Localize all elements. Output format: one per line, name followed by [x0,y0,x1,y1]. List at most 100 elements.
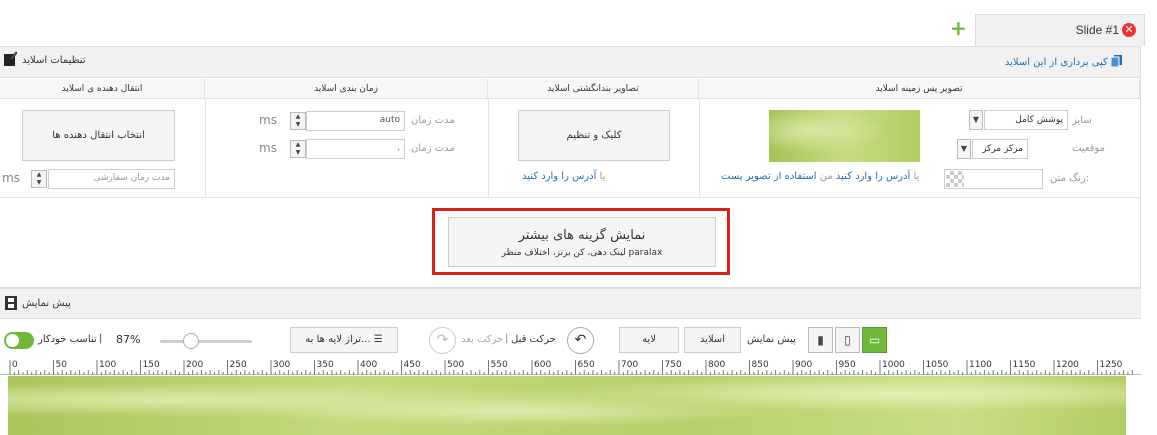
duration-input[interactable]: auto [306,111,405,131]
ruler-tick-label: 1150 [1012,360,1036,370]
duration-input-2[interactable]: . [306,139,405,159]
column-header-transition: انتقال دهنده ی اسلاید [0,79,205,99]
thumbnail-enter-url-link[interactable]: آدرس را وارد کنید [522,171,596,182]
or-label: یا [913,171,920,182]
ruler-tick-label: 1200 [1056,360,1079,370]
custom-duration-unit: ms [2,171,20,185]
edit-icon [4,52,17,66]
custom-duration-input[interactable]: مدت زمان سفارشی [48,169,175,189]
color-swatch-icon[interactable] [946,171,964,187]
stepper-icon[interactable]: ▲ ▼ [290,112,306,130]
preview-header: پیش نمایش [0,288,1141,319]
duration-label-2: مدت زمان [411,143,455,154]
ruler-tick-label: 500 [447,360,465,370]
ruler-tick-label: 100 [99,360,117,370]
copy-slide-link[interactable]: کپی برداری از این اسلاید [1005,55,1122,68]
desktop-view-icon[interactable]: ▭ [862,327,887,353]
chevron-down-icon[interactable]: ▼ [969,110,983,130]
preview-label: پیش نمایش [747,334,796,345]
slide-settings-header: تنظیمات اسلاید کپی برداری از این اسلاید [0,47,1140,78]
ruler-tick-label: 550 [490,360,508,370]
ruler-tick-label: 900 [795,360,813,370]
preview-title: پیش نمایش [22,298,71,309]
ruler-tick-label: 400 [360,360,378,370]
stepper-icon[interactable]: ▲ ▼ [290,140,306,158]
film-icon [5,296,17,310]
zoom-slider-handle[interactable] [183,333,199,349]
copy-link-label: کپی برداری از این اسلاید [1004,57,1108,68]
background-image-thumbnail[interactable] [769,110,920,162]
zoom-value: 87% [116,333,141,346]
align-layers-button[interactable]: تراز لایه ها به... ☰ [290,327,398,353]
auto-fit-toggle-knob [6,334,19,347]
ruler-tick-label: 1050 [925,360,949,370]
undo-label[interactable]: حرکت قبل [511,334,556,345]
ruler-tick-label: 850 [751,360,769,370]
align-layers-label: تراز لایه ها به... [305,334,371,345]
size-select[interactable]: پوشش کامل [984,110,1068,130]
select-transitions-button[interactable]: انتخاب انتقال دهنده ها [22,110,175,161]
add-slide-icon[interactable]: + [950,16,967,40]
ruler-tick-label: 950 [838,360,856,370]
divider [488,99,489,197]
ruler-labels: 0 50 100 150 200 250 300 350 400 450 500 550 600 650 7… [0,360,1141,375]
mobile-view-icon[interactable]: ▮ [808,327,833,353]
separator: | [505,333,509,344]
tab-slide-1-label: Slide #1 [1075,23,1119,37]
ruler-tick-label: 50 [55,360,67,370]
separator: | [99,333,103,344]
ruler-tick-label: 0 [12,360,18,370]
ruler-tick-label: 1250 [1099,360,1123,370]
ruler-tick-label: 650 [577,360,595,370]
text-color-label: رنگ متن: [1050,173,1090,184]
column-header-timing: زمان بندی اسلاید [205,79,488,99]
size-label: سایز [1072,115,1092,126]
more-options-title: نمایش گزینه های بیشتر [518,228,646,243]
duration-unit: ms [259,113,277,127]
or-label: من [819,171,833,182]
stepper-icon[interactable]: ▲ ▼ [31,170,47,188]
ruler-tick-label: 450 [403,360,421,370]
ruler-tick-label: 1000 [882,360,905,370]
align-icon: ☰ [373,334,383,345]
or-label: یا [599,171,606,182]
undo-icon[interactable]: ↶ [567,327,594,354]
ruler-tick-label: 200 [186,360,204,370]
slide-button[interactable]: اسلاید [684,327,741,353]
redo-icon[interactable]: ↷ [429,327,456,354]
position-label: موقعیت [1072,143,1105,154]
divider [0,197,1140,198]
duration-unit-2: ms [259,141,277,155]
position-select[interactable]: مرکز مرکز [972,139,1028,159]
ruler-tick-label: 1100 [969,360,992,370]
ruler-tick-label: 600 [534,360,552,370]
tablet-view-icon[interactable]: ▯ [835,327,860,353]
ruler-tick-label: 700 [621,360,639,370]
enter-url-link[interactable]: آدرس را وارد کنید [836,171,910,182]
slide-settings-title: تنظیمات اسلاید [22,55,86,66]
auto-fit-label: تناسب خودکار [38,334,97,345]
copy-icon [1110,55,1122,68]
duration-label: مدت زمان [411,115,455,126]
slide-canvas[interactable] [8,376,1126,435]
divider [699,99,700,197]
close-icon[interactable]: ✕ [1122,23,1136,37]
thumbnail-source-links: یا آدرس را وارد کنید [522,171,605,182]
column-header-background: تصویر پس زمینه اسلاید [699,79,1140,99]
redo-label[interactable]: حرکت بعد [461,334,503,345]
zoom-slider-track[interactable] [160,340,252,343]
thumbnail-set-button[interactable]: کلیک و تنظیم [518,110,670,161]
ruler-tick-label: 800 [708,360,726,370]
use-post-image-link[interactable]: استفاده از تصویر پست [721,171,817,182]
more-options-subtitle: لینک دهی، کن برنز، اختلاف منظر paralax [501,248,663,258]
column-header-thumbnail: تصاویر بندانگشتی اسلاید [488,79,699,99]
ruler-tick-label: 350 [316,360,334,370]
divider [205,99,206,197]
ruler-tick-label: 750 [664,360,682,370]
layer-button[interactable]: لایه [619,327,679,353]
background-source-links: یا آدرس را وارد کنید من استفاده از تصویر… [721,171,919,182]
show-more-options-button[interactable]: نمایش گزینه های بیشتر لینک دهی، کن برنز،… [448,217,716,267]
chevron-down-icon[interactable]: ▼ [957,139,971,159]
ruler-tick-label: 300 [273,360,291,370]
tab-slide-1[interactable]: Slide #1 ✕ [975,14,1145,46]
